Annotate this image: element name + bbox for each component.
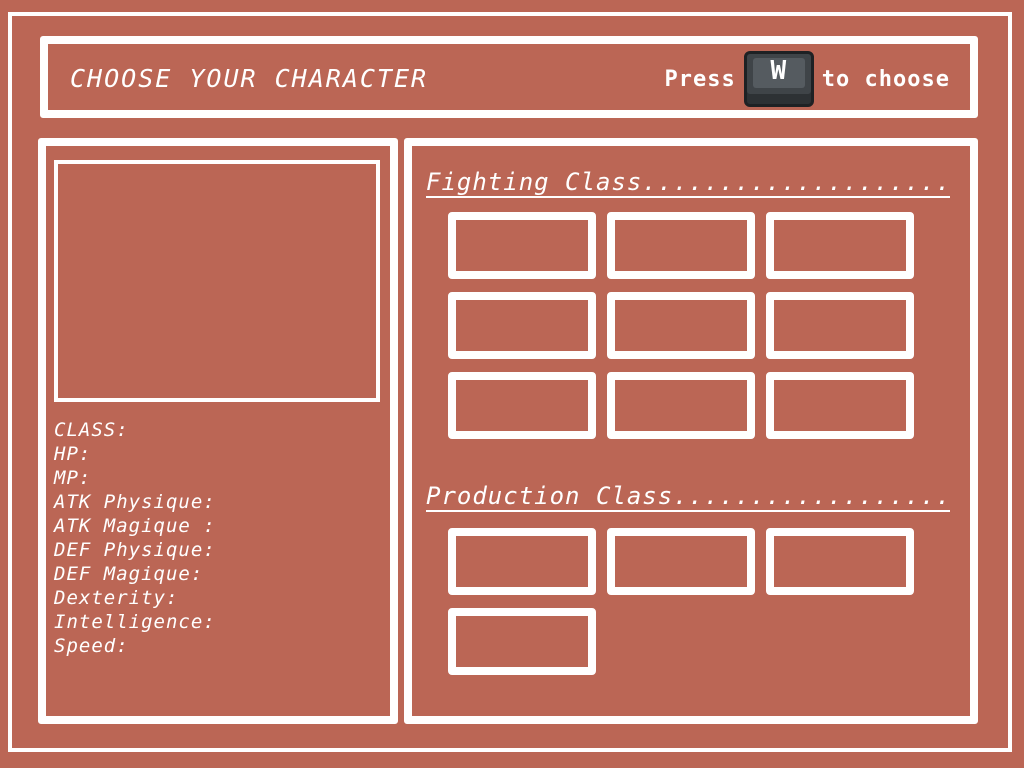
production-class-slot[interactable] bbox=[766, 528, 914, 595]
stat-intelligence-label: Intelligence: bbox=[54, 611, 216, 633]
fighting-class-slot[interactable] bbox=[607, 292, 755, 359]
stat-atk-physique-label: ATK Physique: bbox=[54, 491, 216, 513]
production-class-slot[interactable] bbox=[607, 528, 755, 595]
fighting-class-slot[interactable] bbox=[607, 212, 755, 279]
stat-speed-label: Speed: bbox=[54, 635, 129, 657]
class-selection-panel: Fighting Class..........................… bbox=[404, 138, 978, 724]
press-hint: Press W to choose bbox=[665, 50, 950, 108]
header-panel: CHOOSE YOUR CHARACTER Press W to choose bbox=[40, 36, 978, 118]
fighting-class-grid bbox=[448, 212, 914, 439]
character-portrait bbox=[54, 160, 380, 402]
stat-class-label: CLASS: bbox=[54, 419, 129, 441]
fighting-class-title: Fighting Class bbox=[426, 168, 643, 196]
fighting-class-slot[interactable] bbox=[766, 212, 914, 279]
stats-list: CLASS: HP: MP: ATK Physique: ATK Magique… bbox=[54, 418, 216, 658]
fighting-class-slot[interactable] bbox=[766, 292, 914, 359]
production-class-grid bbox=[448, 528, 914, 675]
key-letter: W bbox=[770, 56, 788, 86]
stat-dexterity-label: Dexterity: bbox=[54, 587, 179, 609]
stat-def-magique-label: DEF Magique: bbox=[54, 563, 204, 585]
stat-hp-label: HP: bbox=[54, 443, 92, 465]
fighting-class-slot[interactable] bbox=[766, 372, 914, 439]
stat-def-physique-label: DEF Physique: bbox=[54, 539, 216, 561]
fighting-class-slot[interactable] bbox=[607, 372, 755, 439]
production-class-slot[interactable] bbox=[448, 528, 596, 595]
heading-dots: ........................................… bbox=[673, 482, 950, 510]
heading-dots: ........................................… bbox=[642, 168, 950, 196]
fighting-class-heading: Fighting Class..........................… bbox=[426, 168, 950, 198]
page-title: CHOOSE YOUR CHARACTER bbox=[70, 64, 429, 93]
stat-atk-magique-label: ATK Magique : bbox=[54, 515, 216, 537]
character-info-panel: CLASS: HP: MP: ATK Physique: ATK Magique… bbox=[38, 138, 398, 724]
w-key-icon: W bbox=[743, 51, 814, 107]
press-label: Press bbox=[664, 66, 736, 92]
fighting-class-slot[interactable] bbox=[448, 292, 596, 359]
fighting-class-slot[interactable] bbox=[448, 212, 596, 279]
choose-label: to choose bbox=[821, 66, 950, 92]
fighting-class-slot[interactable] bbox=[448, 372, 596, 439]
stat-mp-label: MP: bbox=[54, 467, 92, 489]
production-class-heading: Production Class........................… bbox=[426, 482, 950, 512]
production-class-title: Production Class bbox=[426, 482, 674, 510]
production-class-slot[interactable] bbox=[448, 608, 596, 675]
